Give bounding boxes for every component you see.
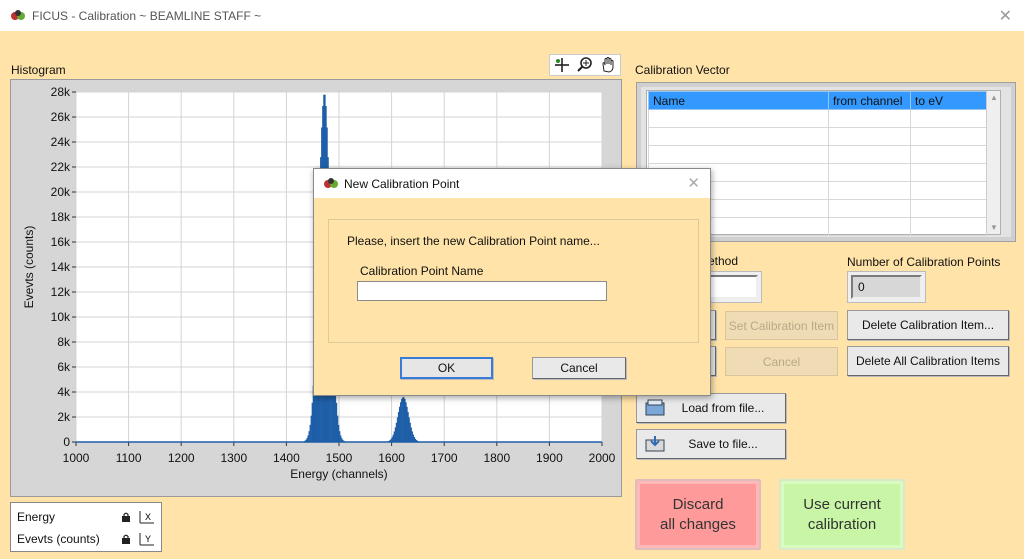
method-label: ethod: [708, 254, 739, 268]
dialog-close-icon[interactable]: ✕: [687, 174, 700, 192]
method-field[interactable]: [704, 275, 758, 299]
x-scale-label: X: [145, 512, 151, 522]
load-label: Load from file...: [681, 401, 765, 415]
window-title: FICUS - Calibration ~ BEAMLINE STAFF ~: [32, 8, 262, 23]
lock-icon[interactable]: [121, 534, 131, 544]
scroll-up-icon[interactable]: ▲: [990, 93, 998, 102]
x-scale-icon[interactable]: X: [137, 509, 155, 525]
save-to-file-button[interactable]: Save to file...: [636, 429, 786, 459]
table-cell[interactable]: [828, 109, 911, 128]
dialog-ok-button[interactable]: OK: [400, 357, 493, 379]
table-cell[interactable]: [828, 163, 911, 182]
use-current-label: Use current calibration: [803, 495, 881, 533]
y-scale-label: Y: [145, 534, 151, 544]
zoom-icon[interactable]: [576, 56, 594, 74]
folder-open-icon: [645, 399, 665, 416]
table-cell[interactable]: [828, 127, 911, 146]
table-cell[interactable]: [828, 181, 911, 200]
discard-label: Discard all changes: [660, 495, 736, 533]
scroll-down-icon[interactable]: ▼: [990, 223, 998, 232]
calibration-vector-label: Calibration Vector: [635, 63, 730, 77]
dialog-cancel-button[interactable]: Cancel: [532, 357, 626, 379]
load-from-file-button[interactable]: Load from file...: [636, 393, 786, 423]
pan-hand-icon[interactable]: [599, 56, 617, 74]
save-label: Save to file...: [688, 437, 758, 451]
legend-y-label: Evevts (counts): [17, 532, 100, 546]
save-file-icon: [645, 436, 665, 452]
graph-toolbar: [549, 54, 621, 76]
legend-x-label: Energy: [17, 510, 56, 524]
table-cell[interactable]: [910, 127, 987, 146]
table-row[interactable]: [648, 127, 987, 146]
delete-calibration-item-button[interactable]: Delete Calibration Item...: [847, 310, 1009, 340]
crosshair-icon[interactable]: [553, 56, 571, 74]
num-points-label: Number of Calibration Points: [847, 255, 1001, 269]
legend-row-y: Evevts (counts) Y: [17, 532, 157, 548]
table-cell[interactable]: [910, 109, 987, 128]
num-points-field: 0: [851, 275, 922, 299]
column-header-name[interactable]: Name: [648, 91, 829, 110]
app-icon: [11, 9, 25, 20]
axis-legend: Energy X Evevts (counts) Y: [10, 502, 162, 552]
histogram-label: Histogram: [11, 63, 66, 77]
cancel-item-button[interactable]: Cancel: [725, 347, 838, 376]
table-cell[interactable]: [910, 217, 987, 236]
use-current-calibration-button[interactable]: Use current calibration: [779, 479, 905, 550]
window-close-icon[interactable]: ✕: [999, 6, 1012, 26]
dialog-titlebar: New Calibration Point ✕: [314, 169, 710, 198]
window-titlebar: FICUS - Calibration ~ BEAMLINE STAFF ~ ✕: [0, 0, 1024, 31]
table-cell[interactable]: [648, 109, 829, 128]
calibration-point-name-input[interactable]: [357, 281, 607, 301]
table-cell[interactable]: [648, 127, 829, 146]
dialog-title: New Calibration Point: [344, 176, 460, 191]
table-cell[interactable]: [910, 145, 987, 164]
table-row[interactable]: [648, 145, 987, 164]
column-header-from-channel[interactable]: from channel: [828, 91, 911, 110]
set-calibration-item-button[interactable]: Set Calibration Item: [725, 311, 838, 340]
table-cell[interactable]: [910, 199, 987, 218]
column-header-to-ev[interactable]: to eV: [910, 91, 987, 110]
y-scale-icon[interactable]: Y: [137, 531, 155, 547]
table-scrollbar[interactable]: ▲ ▼: [986, 91, 1000, 234]
delete-all-items-button[interactable]: Delete All Calibration Items: [847, 346, 1009, 376]
table-cell[interactable]: [910, 163, 987, 182]
lock-icon[interactable]: [121, 512, 131, 522]
dialog-prompt: Please, insert the new Calibration Point…: [347, 234, 600, 248]
app-icon: [324, 177, 338, 188]
legend-row-x: Energy X: [17, 510, 157, 526]
calibration-point-name-label: Calibration Point Name: [360, 264, 484, 278]
table-cell[interactable]: [828, 217, 911, 236]
discard-changes-button[interactable]: Discard all changes: [635, 479, 761, 550]
table-cell[interactable]: [910, 181, 987, 200]
table-cell[interactable]: [828, 145, 911, 164]
table-cell[interactable]: [648, 145, 829, 164]
table-row[interactable]: [648, 109, 987, 128]
table-cell[interactable]: [828, 199, 911, 218]
